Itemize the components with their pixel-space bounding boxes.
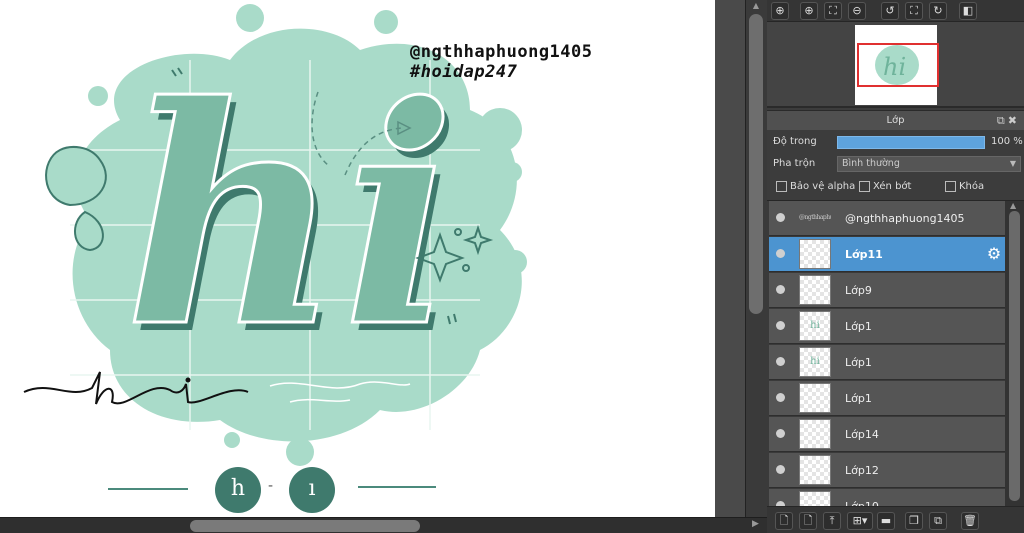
blend-label: Pha trộn: [773, 158, 816, 169]
layer-row[interactable]: hi Lớp1: [769, 309, 1005, 344]
eye-icon[interactable]: [776, 429, 785, 438]
layer-toolbar: 🗋 🗋 ⤒ ⊞▾ ▬ ❐ ⧉ 🗑: [767, 506, 1024, 533]
navigator-preview[interactable]: hi: [767, 22, 1024, 108]
gear-icon[interactable]: ⚙: [985, 245, 1003, 263]
watermark-handle: @ngthhaphuong1405: [410, 42, 593, 62]
popout-icon[interactable]: ⧉: [997, 114, 1008, 127]
layer-name: Lớp11: [845, 248, 883, 261]
canvas-horizontal-scroll-thumb[interactable]: [190, 520, 420, 532]
navigator-thumbnail[interactable]: hi: [855, 25, 939, 105]
layer-options-row: Bảo vệ alpha Xén bớt Khóa: [767, 176, 1024, 198]
layer-panel-header: Lớp ⧉✖: [767, 110, 1024, 130]
scroll-up-icon[interactable]: ▲: [750, 0, 762, 12]
layer-row[interactable]: Lớp10: [769, 489, 1005, 506]
duplicate-layer-icon[interactable]: ❐: [905, 512, 923, 530]
canvas-horizontal-scrollbar[interactable]: ▶: [0, 517, 767, 533]
opacity-row: Độ trong 100 %: [767, 131, 1024, 153]
opacity-value: 100 %: [991, 136, 1023, 147]
protect-alpha-checkbox[interactable]: [776, 181, 787, 192]
layer-row[interactable]: Lớp9: [769, 273, 1005, 308]
chevron-down-icon: ▼: [1009, 159, 1016, 168]
reset-view-icon[interactable]: ⛶: [905, 2, 923, 20]
eye-icon[interactable]: [776, 285, 785, 294]
layer-list-scroll-thumb[interactable]: [1009, 211, 1020, 501]
layer-name: Lớp1: [845, 356, 872, 369]
layer-thumbnail: [799, 419, 831, 449]
layer-row[interactable]: hi Lớp1: [769, 345, 1005, 380]
layer-thumbnail: [799, 383, 831, 413]
folder-icon[interactable]: ▬: [877, 512, 895, 530]
new-layer-copy-icon[interactable]: 🗋: [799, 512, 817, 530]
navigator-viewport-frame[interactable]: [857, 43, 939, 87]
zoom-in-icon[interactable]: ⊕: [800, 2, 818, 20]
rotate-left-icon[interactable]: ↺: [881, 2, 899, 20]
canvas-area[interactable]: hi hi @ngthhaphuong1405 #hoidap247 h - ı: [0, 0, 745, 517]
eye-icon[interactable]: [776, 213, 785, 222]
layer-row-selected[interactable]: Lớp11 ⚙: [769, 237, 1005, 272]
layer-name: Lớp12: [845, 464, 879, 477]
layer-thumbnail: [799, 239, 831, 269]
zoom-in-icon[interactable]: ⊕: [771, 2, 789, 20]
layer-list-scrollbar[interactable]: ▲: [1005, 201, 1024, 506]
scroll-right-icon[interactable]: ▶: [752, 519, 759, 529]
merge-layer-icon[interactable]: ⧉: [929, 512, 947, 530]
badge-separator: -: [268, 478, 274, 494]
blend-mode-select[interactable]: Bình thường ▼: [837, 156, 1021, 172]
eye-icon[interactable]: [776, 249, 785, 258]
delete-layer-icon[interactable]: 🗑: [961, 512, 979, 530]
layer-name: Lớp1: [845, 320, 872, 333]
right-panel: ⊕ ⊕ ⛶ ⊖ ↺ ⛶ ↻ ◧ hi Lớp ⧉✖ Độ trong 100 %…: [767, 0, 1024, 533]
lock-label: Khóa: [959, 181, 985, 192]
eye-icon[interactable]: [776, 393, 785, 402]
scroll-up-icon[interactable]: ▲: [1010, 201, 1016, 210]
layer-thumbnail: [799, 275, 831, 305]
flip-icon[interactable]: ◧: [959, 2, 977, 20]
rotate-right-icon[interactable]: ↻: [929, 2, 947, 20]
layer-panel-title: Lớp: [886, 115, 905, 126]
protect-alpha-label: Bảo vệ alpha: [790, 181, 856, 192]
layer-row[interactable]: Lớp12: [769, 453, 1005, 488]
layer-thumbnail: [799, 455, 831, 485]
badge-h: h: [215, 467, 261, 513]
clipping-label: Xén bớt: [873, 181, 912, 192]
layer-name: Lớp9: [845, 284, 872, 297]
navigator-toolbar: ⊕ ⊕ ⛶ ⊖ ↺ ⛶ ↻ ◧: [767, 0, 1024, 22]
layer-thumbnail: hi: [799, 347, 831, 377]
layer-row[interactable]: @ngthhaphuong1405 @ngthhaphuong1405: [769, 201, 1005, 236]
hi-main: hi: [124, 40, 456, 393]
layer-list[interactable]: @ngthhaphuong1405 @ngthhaphuong1405 Lớp1…: [767, 200, 1024, 506]
add-layer-menu-icon[interactable]: ⊞▾: [847, 512, 873, 530]
layer-name: Lớp14: [845, 428, 879, 441]
new-layer-icon[interactable]: 🗋: [775, 512, 793, 530]
lock-checkbox[interactable]: [945, 181, 956, 192]
eye-icon[interactable]: [776, 465, 785, 474]
eye-icon[interactable]: [776, 357, 785, 366]
layer-row[interactable]: Lớp1: [769, 381, 1005, 416]
opacity-slider[interactable]: [837, 136, 985, 149]
layer-name: Lớp1: [845, 392, 872, 405]
layer-name: @ngthhaphuong1405: [845, 212, 965, 225]
artboard[interactable]: hi hi @ngthhaphuong1405 #hoidap247 h - ı: [0, 0, 715, 517]
import-layer-icon[interactable]: ⤒: [823, 512, 841, 530]
fit-icon[interactable]: ⛶: [824, 2, 842, 20]
opacity-label: Độ trong: [773, 136, 817, 147]
badge-i: ı: [289, 467, 335, 513]
canvas-vertical-scroll-thumb[interactable]: [749, 14, 763, 314]
layer-thumbnail: @ngthhaphuong1405: [799, 203, 831, 233]
canvas-vertical-scrollbar[interactable]: ▲: [745, 0, 767, 517]
watermark-hashtag: #hoidap247: [410, 62, 518, 82]
clipping-checkbox[interactable]: [859, 181, 870, 192]
hi-lettering: hi hi: [123, 39, 463, 402]
blend-row: Pha trộn Bình thường ▼: [767, 153, 1024, 175]
zoom-out-icon[interactable]: ⊖: [848, 2, 866, 20]
layer-thumbnail: [799, 491, 831, 506]
eye-icon[interactable]: [776, 321, 785, 330]
artwork: hi hi: [23, 4, 527, 490]
blend-mode-value: Bình thường: [842, 158, 900, 169]
close-icon[interactable]: ✖: [1008, 114, 1020, 127]
layer-row[interactable]: Lớp14: [769, 417, 1005, 452]
layer-name: Lớp10: [845, 489, 879, 506]
layer-thumbnail: hi: [799, 311, 831, 341]
